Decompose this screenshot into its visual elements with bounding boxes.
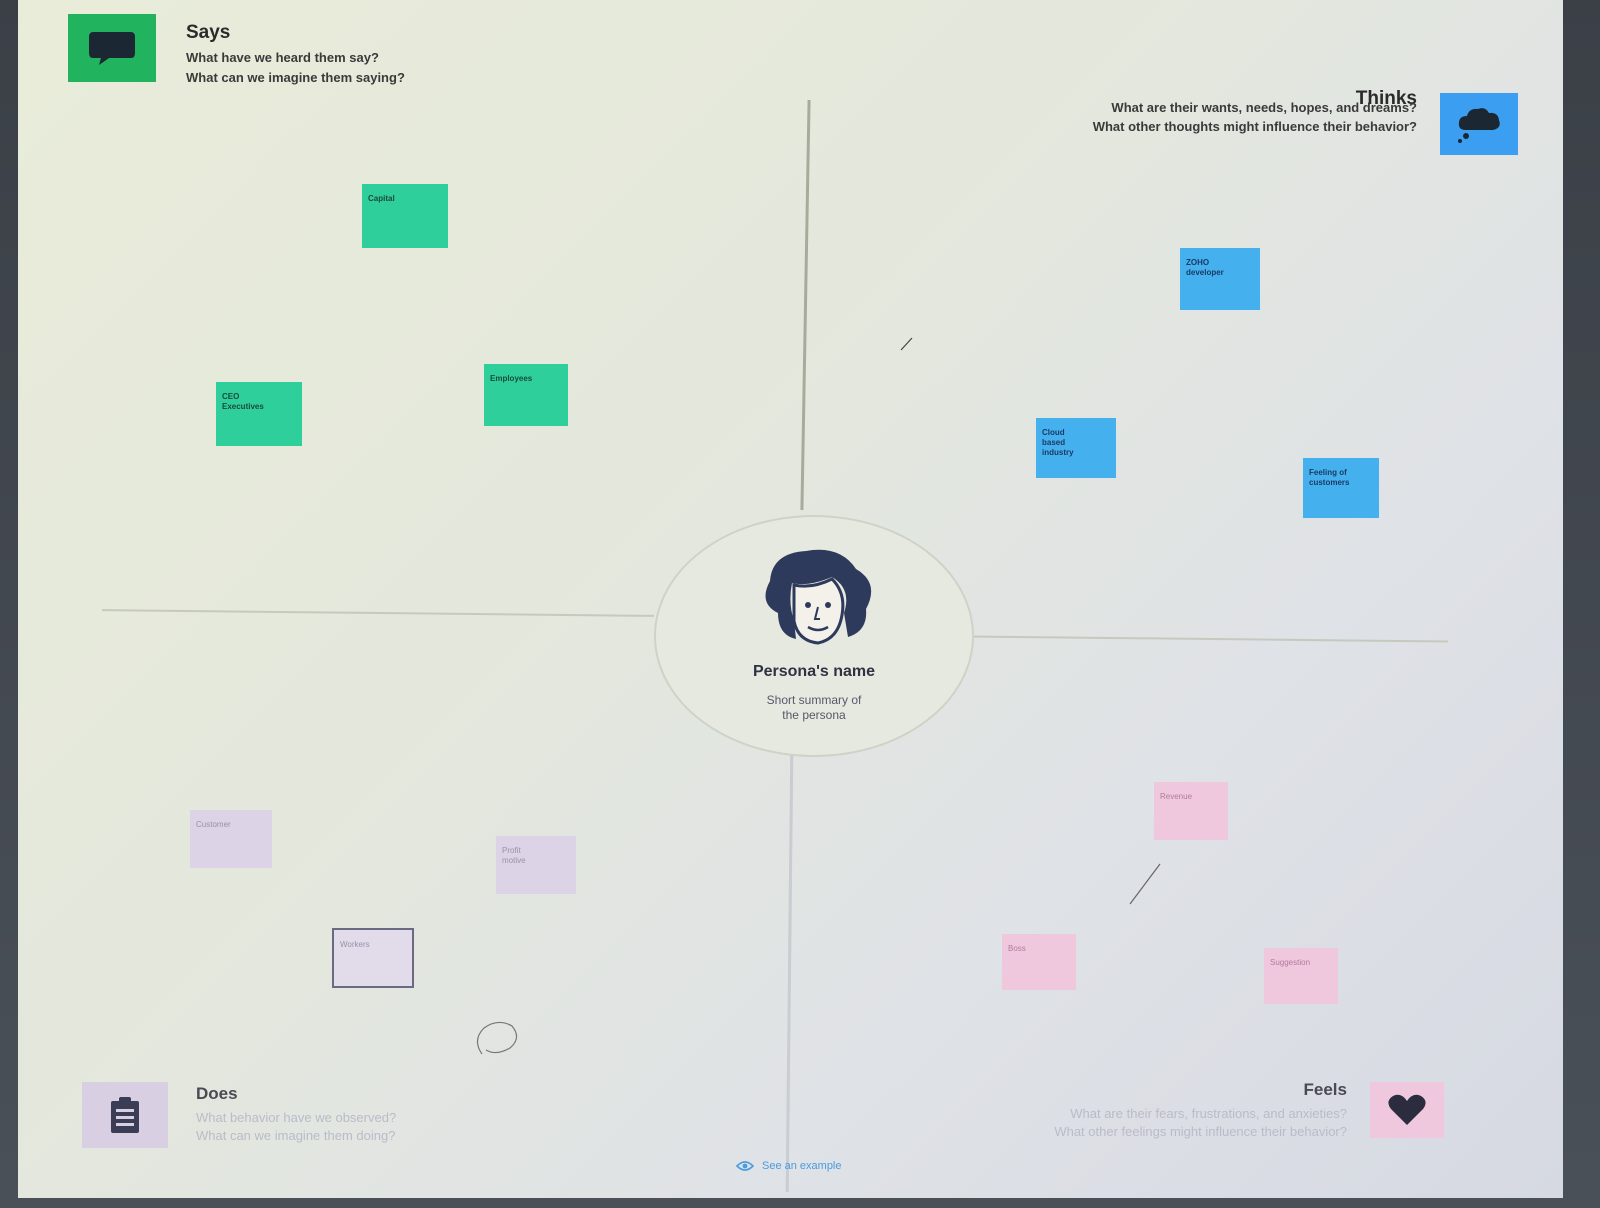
persona-name[interactable]: Persona's name <box>656 663 972 681</box>
divider-top <box>800 100 811 510</box>
sticky-note-text: Suggestion <box>1270 958 1311 967</box>
persona-summary-line-1: Short summary of <box>766 693 862 707</box>
sticky-note-text: Boss <box>1008 944 1026 953</box>
sticky-note-zoho[interactable]: ZOHO developer <box>1180 248 1260 310</box>
thought-cloud-icon <box>1458 108 1500 143</box>
divider-left <box>102 609 654 617</box>
sticky-note-text: based <box>1042 438 1066 447</box>
does-prompt-2: What can we imagine them doing? <box>196 1128 396 1143</box>
persona-summary-line-2: the persona <box>782 708 846 722</box>
persona-avatar-icon <box>765 549 872 645</box>
says-prompt-1: What have we heard them say? <box>186 50 379 65</box>
sticky-note-text: Capital <box>368 194 395 203</box>
sticky-note-revenue[interactable]: Revenue <box>1154 782 1228 840</box>
divider-bottom <box>785 751 794 1193</box>
does-prompt-1: What behavior have we observed? <box>196 1110 397 1125</box>
sticky-note-text: Profit <box>502 846 521 855</box>
thinks-prompt-1: What are their wants, needs, hopes, and … <box>1111 100 1417 115</box>
sticky-note-capital[interactable]: Capital <box>362 184 448 248</box>
eye-icon <box>736 1161 754 1171</box>
sticky-note-cloud[interactable]: Cloud based industry <box>1036 418 1116 478</box>
empathy-map-board[interactable]: Says What have we heard them say? What c… <box>18 0 1563 1198</box>
sticky-note-text: Workers <box>340 940 370 949</box>
says-title: Says <box>186 22 231 43</box>
sticky-note-text: Revenue <box>1160 792 1193 801</box>
see-example-link[interactable]: See an example <box>736 1160 842 1172</box>
sticky-note-suggestion[interactable]: Suggestion <box>1264 948 1338 1004</box>
sticky-note-boss[interactable]: Boss <box>1002 934 1076 990</box>
divider-right <box>970 635 1448 643</box>
feels-prompt-1: What are their fears, frustrations, and … <box>1070 1106 1347 1121</box>
sticky-note-text: customers <box>1309 478 1350 487</box>
sticky-note-text: industry <box>1042 448 1074 457</box>
sticky-note-customer[interactable]: Customer <box>190 810 272 868</box>
sticky-note-text: motive <box>502 856 526 865</box>
sticky-note-text: CEO <box>222 392 240 401</box>
persona-card[interactable]: Persona's name Short summary of the pers… <box>654 515 974 757</box>
sticky-note-text: Customer <box>196 820 231 829</box>
says-prompt-2: What can we imagine them saying? <box>186 70 405 85</box>
feels-title: Feels <box>1303 1080 1347 1099</box>
feels-prompt-2: What other feelings might influence thei… <box>1054 1124 1347 1139</box>
persona-summary[interactable]: Short summary of the persona <box>716 693 912 723</box>
clipboard-icon <box>111 1097 139 1133</box>
sticky-note-text: Feeling of <box>1309 468 1347 477</box>
heart-icon <box>1388 1094 1426 1125</box>
says-quadrant-icon-tile <box>68 14 156 82</box>
speech-bubble-icon <box>89 32 135 65</box>
does-title: Does <box>196 1084 238 1103</box>
sticky-note-text: Executives <box>222 402 264 411</box>
thinks-prompt-2: What other thoughts might influence thei… <box>1092 119 1417 134</box>
sticky-note-profit[interactable]: Profit motive <box>496 836 576 894</box>
sticky-note-text: Cloud <box>1042 428 1065 437</box>
pen-stroke-doodle <box>1129 863 1161 905</box>
thinks-quadrant-icon-tile <box>1440 93 1518 155</box>
pen-stroke-doodle <box>900 337 913 351</box>
sticky-note-workers[interactable]: Workers <box>332 928 414 988</box>
feels-quadrant-icon-tile <box>1370 1082 1444 1138</box>
sticky-note-text: developer <box>1186 268 1224 277</box>
sticky-note-ceo[interactable]: CEO Executives <box>216 382 302 446</box>
sticky-note-text: Employees <box>490 374 533 383</box>
see-example-label: See an example <box>762 1160 842 1172</box>
sticky-note-text: ZOHO <box>1186 258 1210 267</box>
pen-stroke-doodle <box>476 1021 518 1055</box>
does-quadrant-icon-tile <box>82 1082 168 1148</box>
sticky-note-feeling[interactable]: Feeling of customers <box>1303 458 1379 518</box>
sticky-note-employees[interactable]: Employees <box>484 364 568 426</box>
